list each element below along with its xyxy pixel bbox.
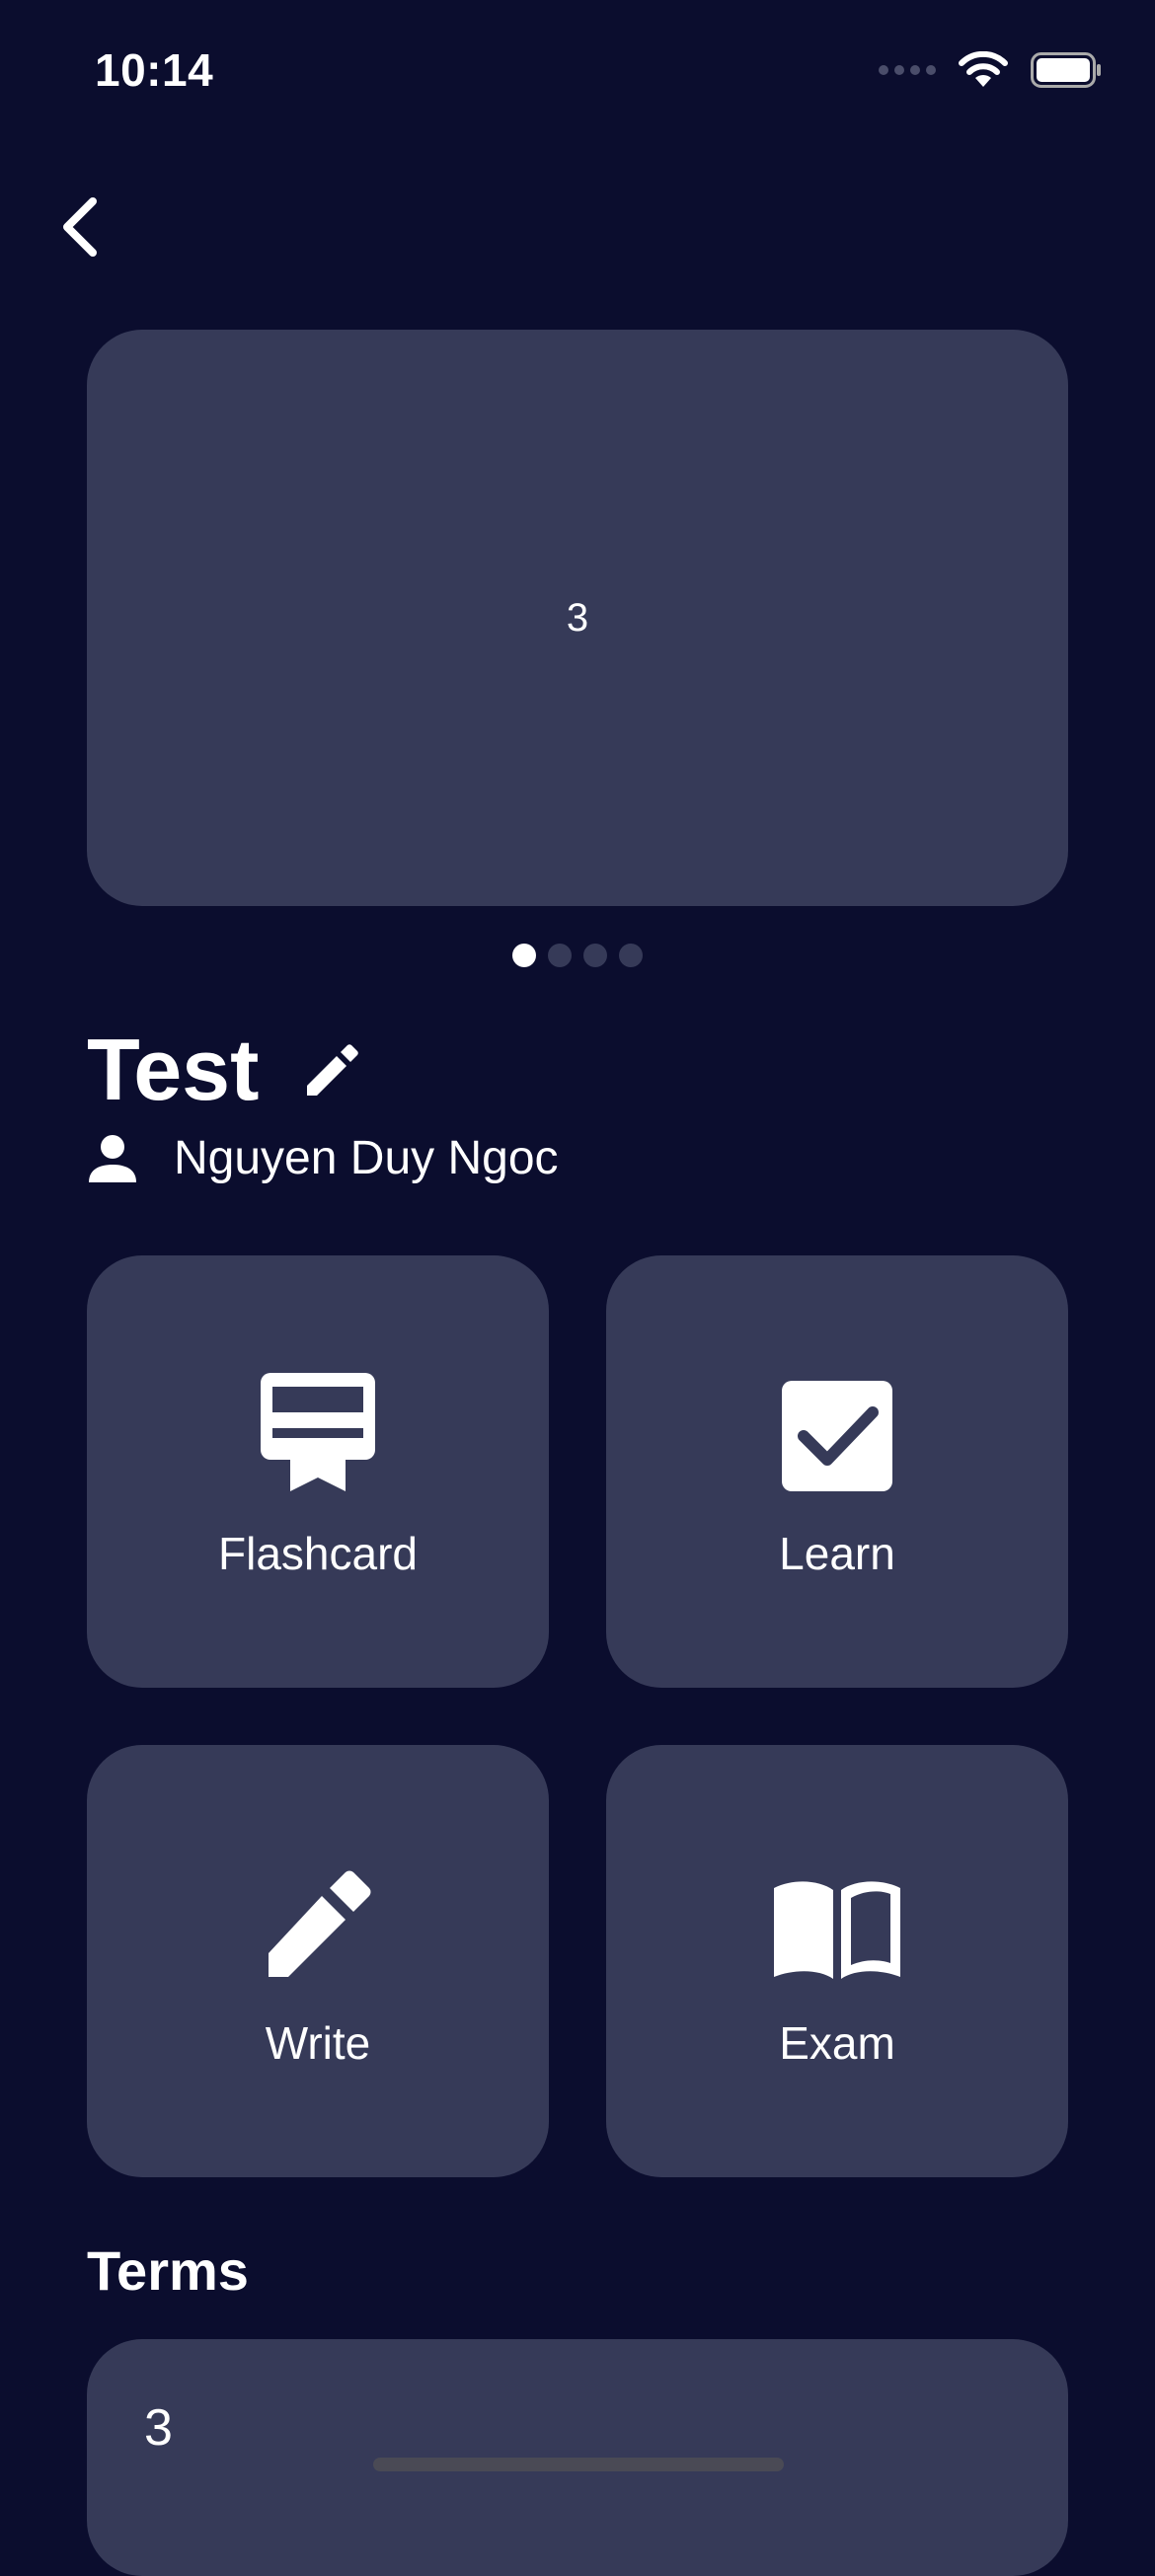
write-mode-label: Write <box>265 2017 371 2069</box>
cellular-signal-icon <box>879 65 936 75</box>
battery-icon <box>1031 52 1101 88</box>
chevron-left-icon <box>63 197 97 257</box>
book-icon <box>774 1881 900 1979</box>
set-title-row: Test <box>87 1026 367 1113</box>
set-title: Test <box>87 1021 260 1118</box>
learn-mode-label: Learn <box>779 1528 895 1579</box>
user-icon <box>89 1134 136 1182</box>
flashcard-icon <box>261 1373 375 1491</box>
author-name: Nguyen Duy Ngoc <box>174 1132 559 1184</box>
terms-heading: Terms <box>87 2239 249 2302</box>
back-button[interactable] <box>30 178 128 276</box>
checkbox-icon <box>782 1381 892 1491</box>
learn-mode-button[interactable]: Learn <box>606 1255 1068 1688</box>
term-text: 3 <box>144 2399 173 2457</box>
pager-dot-active[interactable] <box>512 944 536 967</box>
home-indicator[interactable] <box>373 2458 784 2471</box>
flashcard-preview-text: 3 <box>566 595 589 640</box>
exam-mode-button[interactable]: Exam <box>606 1745 1068 2177</box>
status-bar: 10:14 <box>0 0 1155 138</box>
carousel-pager <box>0 944 1155 967</box>
flashcard-preview[interactable]: 3 <box>87 330 1068 906</box>
edit-title-button[interactable] <box>298 1035 367 1104</box>
status-icons <box>879 51 1102 89</box>
pencil-icon <box>269 1870 371 1977</box>
pager-dot[interactable] <box>583 944 607 967</box>
exam-mode-label: Exam <box>779 2017 895 2069</box>
flashcard-mode-button[interactable]: Flashcard <box>87 1255 549 1688</box>
author-row: Nguyen Duy Ngoc <box>87 1131 559 1185</box>
write-mode-button[interactable]: Write <box>87 1745 549 2177</box>
pager-dot[interactable] <box>619 944 643 967</box>
flashcard-mode-label: Flashcard <box>218 1528 418 1579</box>
wifi-icon <box>959 51 1008 87</box>
pencil-icon <box>307 1044 359 1096</box>
status-time: 10:14 <box>95 44 214 96</box>
pager-dot[interactable] <box>548 944 572 967</box>
